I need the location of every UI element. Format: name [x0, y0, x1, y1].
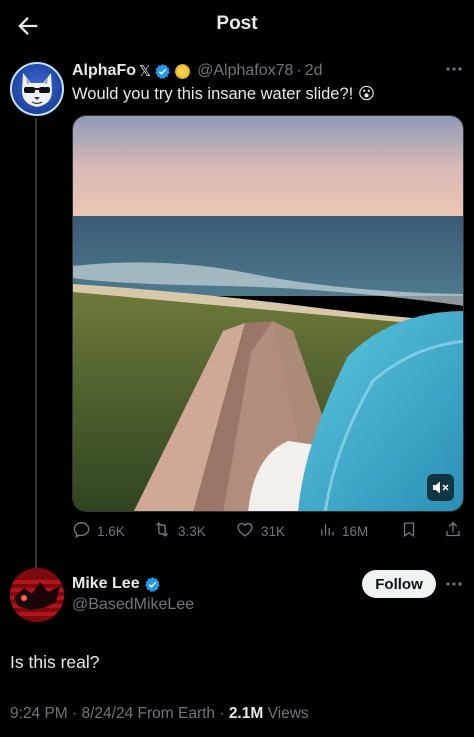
more-icon[interactable] [444, 60, 464, 78]
repost-button[interactable]: 3.3K [152, 518, 206, 544]
bookmark-icon [400, 520, 418, 542]
reply-author-row: Mike Lee [72, 573, 161, 595]
views-icon [318, 520, 336, 542]
reply-author-handle[interactable]: @BasedMikeLee [72, 596, 194, 614]
share-button[interactable] [444, 518, 462, 544]
bookmark-button[interactable] [400, 518, 418, 544]
more-icon[interactable] [444, 575, 464, 593]
reply-count: 1.6K [97, 523, 125, 539]
reply-author-name[interactable]: Mike Lee [72, 575, 140, 593]
avatar[interactable] [10, 568, 64, 622]
reply-icon [72, 520, 91, 542]
thread-connector-line [35, 118, 37, 570]
like-count: 31K [261, 523, 286, 539]
views-label: Views [263, 705, 309, 722]
post-age[interactable]: 2d [305, 62, 323, 80]
like-button[interactable]: 31K [235, 518, 285, 544]
author-name[interactable]: AlphaFo [72, 62, 136, 80]
action-bar: 1.6K 3.3K 31K 16M [72, 518, 464, 544]
views-button[interactable]: 16M [318, 518, 368, 544]
separator-dot: · [296, 62, 302, 79]
views-count: 16M [342, 523, 369, 539]
timestamp[interactable]: 9:24 PM · 8/24/24 From Earth · [10, 705, 229, 722]
author-name-row: AlphaFo 𝕏 @Alphafox78 · 2d [72, 60, 323, 82]
page-title: Post [216, 13, 258, 34]
avatar[interactable] [10, 62, 64, 116]
video-player[interactable] [72, 115, 464, 512]
post-text: Would you try this insane water slide?! … [72, 85, 376, 103]
mute-icon[interactable] [427, 474, 454, 501]
post-metadata: 9:24 PM · 8/24/24 From Earth · 2.1M View… [10, 705, 309, 723]
x-glyph: 𝕏 [139, 63, 152, 80]
verified-icon [154, 63, 171, 80]
share-icon [444, 520, 462, 542]
follow-button[interactable]: Follow [362, 570, 436, 598]
repost-icon [152, 520, 172, 542]
reply-text: Is this real? [10, 652, 100, 672]
repost-count: 3.3K [178, 523, 206, 539]
like-icon [235, 520, 255, 542]
reply-button[interactable]: 1.6K [72, 518, 125, 544]
author-handle[interactable]: @Alphafox78 [197, 62, 293, 80]
view-count: 2.1M [228, 705, 264, 722]
gold-badge-icon [174, 63, 191, 80]
top-bar: Post [0, 0, 474, 50]
verified-icon [144, 576, 161, 593]
